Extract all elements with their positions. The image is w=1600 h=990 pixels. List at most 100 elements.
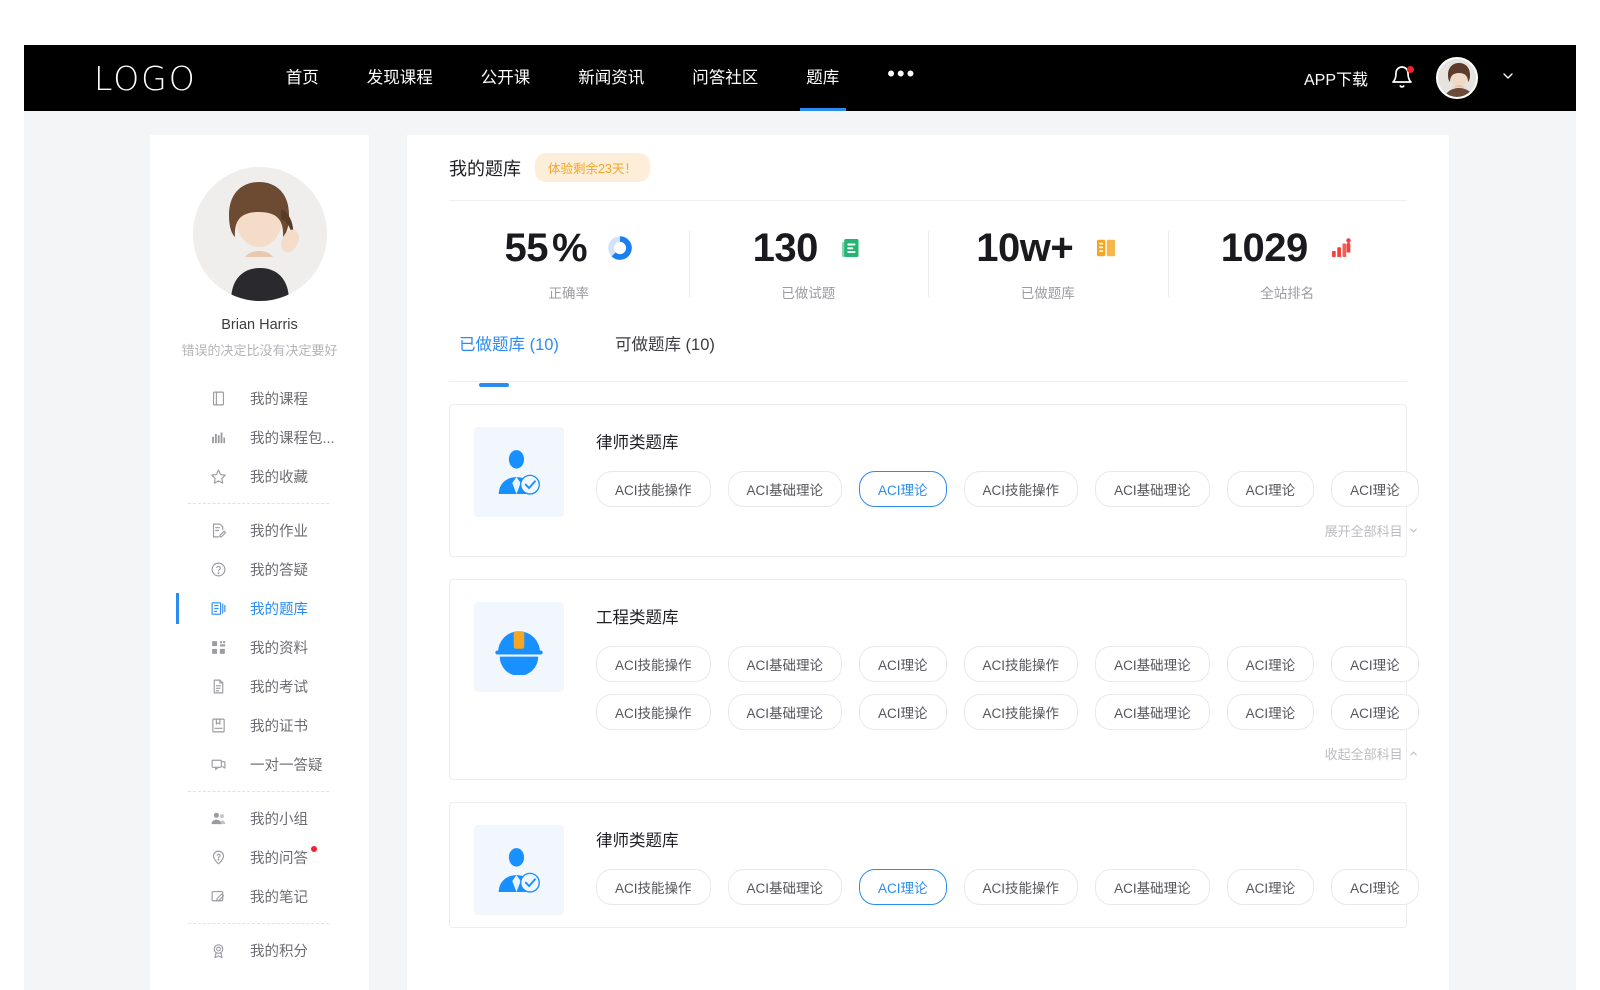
subject-tag[interactable]: ACI理论 xyxy=(859,869,947,905)
subject-tag[interactable]: ACI基础理论 xyxy=(1095,646,1210,682)
sidebar-item-5[interactable]: 我的题库 xyxy=(150,589,369,628)
subject-tag[interactable]: ACI理论 xyxy=(1227,869,1315,905)
sidebar-item-10[interactable]: 我的小组 xyxy=(150,799,369,838)
sidebar-menu: 我的课程我的课程包... 我的收藏我的作业我的答疑我的题库我的资料我的考试我的证书… xyxy=(150,379,369,970)
tabs: 已做题库 (10) 可做题库 (10) xyxy=(449,331,1407,375)
question-circle-icon xyxy=(210,561,227,578)
sidebar-item-label: 我的收藏 xyxy=(250,466,308,487)
certificate-icon xyxy=(210,717,227,734)
question-bank-card[interactable]: 工程类题库ACI技能操作ACI基础理论ACI理论ACI技能操作ACI基础理论AC… xyxy=(449,579,1407,780)
qa-pin-icon xyxy=(210,849,227,866)
sidebar-item-8[interactable]: 我的证书 xyxy=(150,706,369,745)
stat-value-row: 1029 xyxy=(1221,228,1354,268)
nav-item-2[interactable]: 公开课 xyxy=(457,45,555,111)
subject-tag[interactable]: ACI理论 xyxy=(859,646,947,682)
sidebar-divider xyxy=(188,503,329,504)
notification-bell-icon[interactable] xyxy=(1390,65,1414,91)
sidebar-item-2[interactable]: 我的收藏 xyxy=(150,457,369,496)
subject-tag[interactable]: ACI理论 xyxy=(1227,646,1315,682)
tab-1[interactable]: 可做题库 (10) xyxy=(615,331,715,375)
subject-tag[interactable]: ACI技能操作 xyxy=(596,646,711,682)
subject-tag[interactable]: ACI技能操作 xyxy=(596,869,711,905)
nav-item-4[interactable]: 问答社区 xyxy=(668,45,782,111)
subject-tag[interactable]: ACI技能操作 xyxy=(964,471,1079,507)
sidebar-divider xyxy=(188,923,329,924)
exam-paper-icon xyxy=(210,678,227,695)
sidebar-item-label: 我的作业 xyxy=(250,520,308,541)
subject-tag[interactable]: ACI技能操作 xyxy=(596,471,711,507)
subject-tag[interactable]: ACI理论 xyxy=(1227,471,1315,507)
sidebar-item-7[interactable]: 我的考试 xyxy=(150,667,369,706)
stat-label: 正确率 xyxy=(549,282,590,302)
nav-item-3[interactable]: 新闻资讯 xyxy=(554,45,668,111)
question-bank-card[interactable]: 律师类题库ACI技能操作ACI基础理论ACI理论ACI技能操作ACI基础理论AC… xyxy=(449,404,1407,557)
sidebar-item-11[interactable]: 我的问答 xyxy=(150,838,369,877)
card-body: 律师类题库 ACI技能操作 ACI基础理论 ACI理论 ACI技能操作 ACI基础理论 AC… xyxy=(596,427,1419,546)
subject-tag[interactable]: ACI基础理论 xyxy=(728,869,843,905)
book-open-icon xyxy=(1093,235,1119,261)
question-bank-cards: 律师类题库ACI技能操作ACI基础理论ACI理论ACI技能操作ACI基础理论AC… xyxy=(449,404,1407,928)
card-title: 律师类题库 xyxy=(596,429,1419,453)
subject-tag[interactable]: ACI技能操作 xyxy=(964,646,1079,682)
subject-tag[interactable]: ACI技能操作 xyxy=(964,869,1079,905)
sidebar-item-13[interactable]: 我的积分 xyxy=(150,931,369,970)
sidebar-item-label: 我的积分 xyxy=(250,940,308,961)
expand-subjects-link[interactable]: 展开全部科目 xyxy=(596,519,1419,546)
page-header: 我的题库 体验剩余23天！ xyxy=(449,135,1407,201)
sidebar-item-12[interactable]: 我的笔记 xyxy=(150,877,369,916)
stat-value-suffix: % xyxy=(552,228,587,268)
sidebar-item-0[interactable]: 我的课程 xyxy=(150,379,369,418)
subject-tag[interactable]: ACI理论 xyxy=(1331,646,1419,682)
sidebar-item-4[interactable]: 我的答疑 xyxy=(150,550,369,589)
subject-tag[interactable]: ACI基础理论 xyxy=(728,646,843,682)
stat-value-row: 55% xyxy=(504,228,633,268)
subject-tag[interactable]: ACI技能操作 xyxy=(596,694,711,730)
star-icon xyxy=(210,468,227,485)
tabs-divider xyxy=(449,381,1407,382)
question-bank-card[interactable]: 律师类题库ACI技能操作ACI基础理论ACI理论ACI技能操作ACI基础理论AC… xyxy=(449,802,1407,928)
main-panel: 我的题库 体验剩余23天！ 55% 正确率130 已做试题10w+ 已做题库10… xyxy=(407,135,1449,990)
subject-tag[interactable]: ACI理论 xyxy=(1227,694,1315,730)
chevron-down-icon xyxy=(1408,524,1419,539)
nav-chevron-down-icon[interactable] xyxy=(1500,68,1516,88)
nav-more-icon[interactable]: ••• xyxy=(863,63,940,85)
sidebar-item-3[interactable]: 我的作业 xyxy=(150,511,369,550)
bar-chart-icon xyxy=(210,429,227,446)
tabs-container: 已做题库 (10) 可做题库 (10) xyxy=(449,331,1407,382)
tab-0[interactable]: 已做题库 (10) xyxy=(459,331,559,375)
stat-value: 10w+ xyxy=(976,228,1073,268)
app-download-link[interactable]: APP下载 xyxy=(1304,66,1368,90)
subject-tag[interactable]: ACI基础理论 xyxy=(1095,694,1210,730)
subject-tag[interactable]: ACI理论 xyxy=(1331,694,1419,730)
question-bank-icon xyxy=(210,600,227,617)
expand-subjects-label: 收起全部科目 xyxy=(1325,747,1403,762)
sidebar-user-name: Brian Harris xyxy=(150,317,369,333)
donut-chart-icon xyxy=(607,235,633,261)
rank-chart-icon xyxy=(1328,235,1354,261)
sidebar-item-9[interactable]: 一对一答疑 xyxy=(150,745,369,784)
subject-tag[interactable]: ACI技能操作 xyxy=(964,694,1079,730)
grid-icon xyxy=(210,639,227,656)
chevron-up-icon xyxy=(1408,747,1419,762)
nav-item-5[interactable]: 题库 xyxy=(782,45,863,111)
lawyer-icon xyxy=(474,825,564,915)
sidebar-item-1[interactable]: 我的课程包... xyxy=(150,418,369,457)
subject-tag[interactable]: ACI基础理论 xyxy=(728,694,843,730)
nav-item-0[interactable]: 首页 xyxy=(262,45,343,111)
site-logo[interactable]: LOGO xyxy=(94,59,197,98)
subject-tag[interactable]: ACI基础理论 xyxy=(728,471,843,507)
subject-tag[interactable]: ACI基础理论 xyxy=(1095,471,1210,507)
nav-avatar[interactable] xyxy=(1436,57,1478,99)
expand-subjects-link[interactable]: 收起全部科目 xyxy=(596,742,1419,769)
notification-dot xyxy=(1407,66,1414,73)
subject-tag[interactable]: ACI理论 xyxy=(1331,471,1419,507)
subject-tag[interactable]: ACI基础理论 xyxy=(1095,869,1210,905)
nav-item-1[interactable]: 发现课程 xyxy=(343,45,457,111)
sidebar-item-label: 我的题库 xyxy=(250,598,308,619)
tag-row: ACI技能操作 ACI基础理论 ACI理论 ACI技能操作 ACI基础理论 ACI理论 AC… xyxy=(596,869,1419,905)
subject-tag[interactable]: ACI理论 xyxy=(859,694,947,730)
subject-tag[interactable]: ACI理论 xyxy=(1331,869,1419,905)
stat-card-0: 55% 正确率 xyxy=(449,225,689,305)
sidebar-item-6[interactable]: 我的资料 xyxy=(150,628,369,667)
subject-tag[interactable]: ACI理论 xyxy=(859,471,947,507)
